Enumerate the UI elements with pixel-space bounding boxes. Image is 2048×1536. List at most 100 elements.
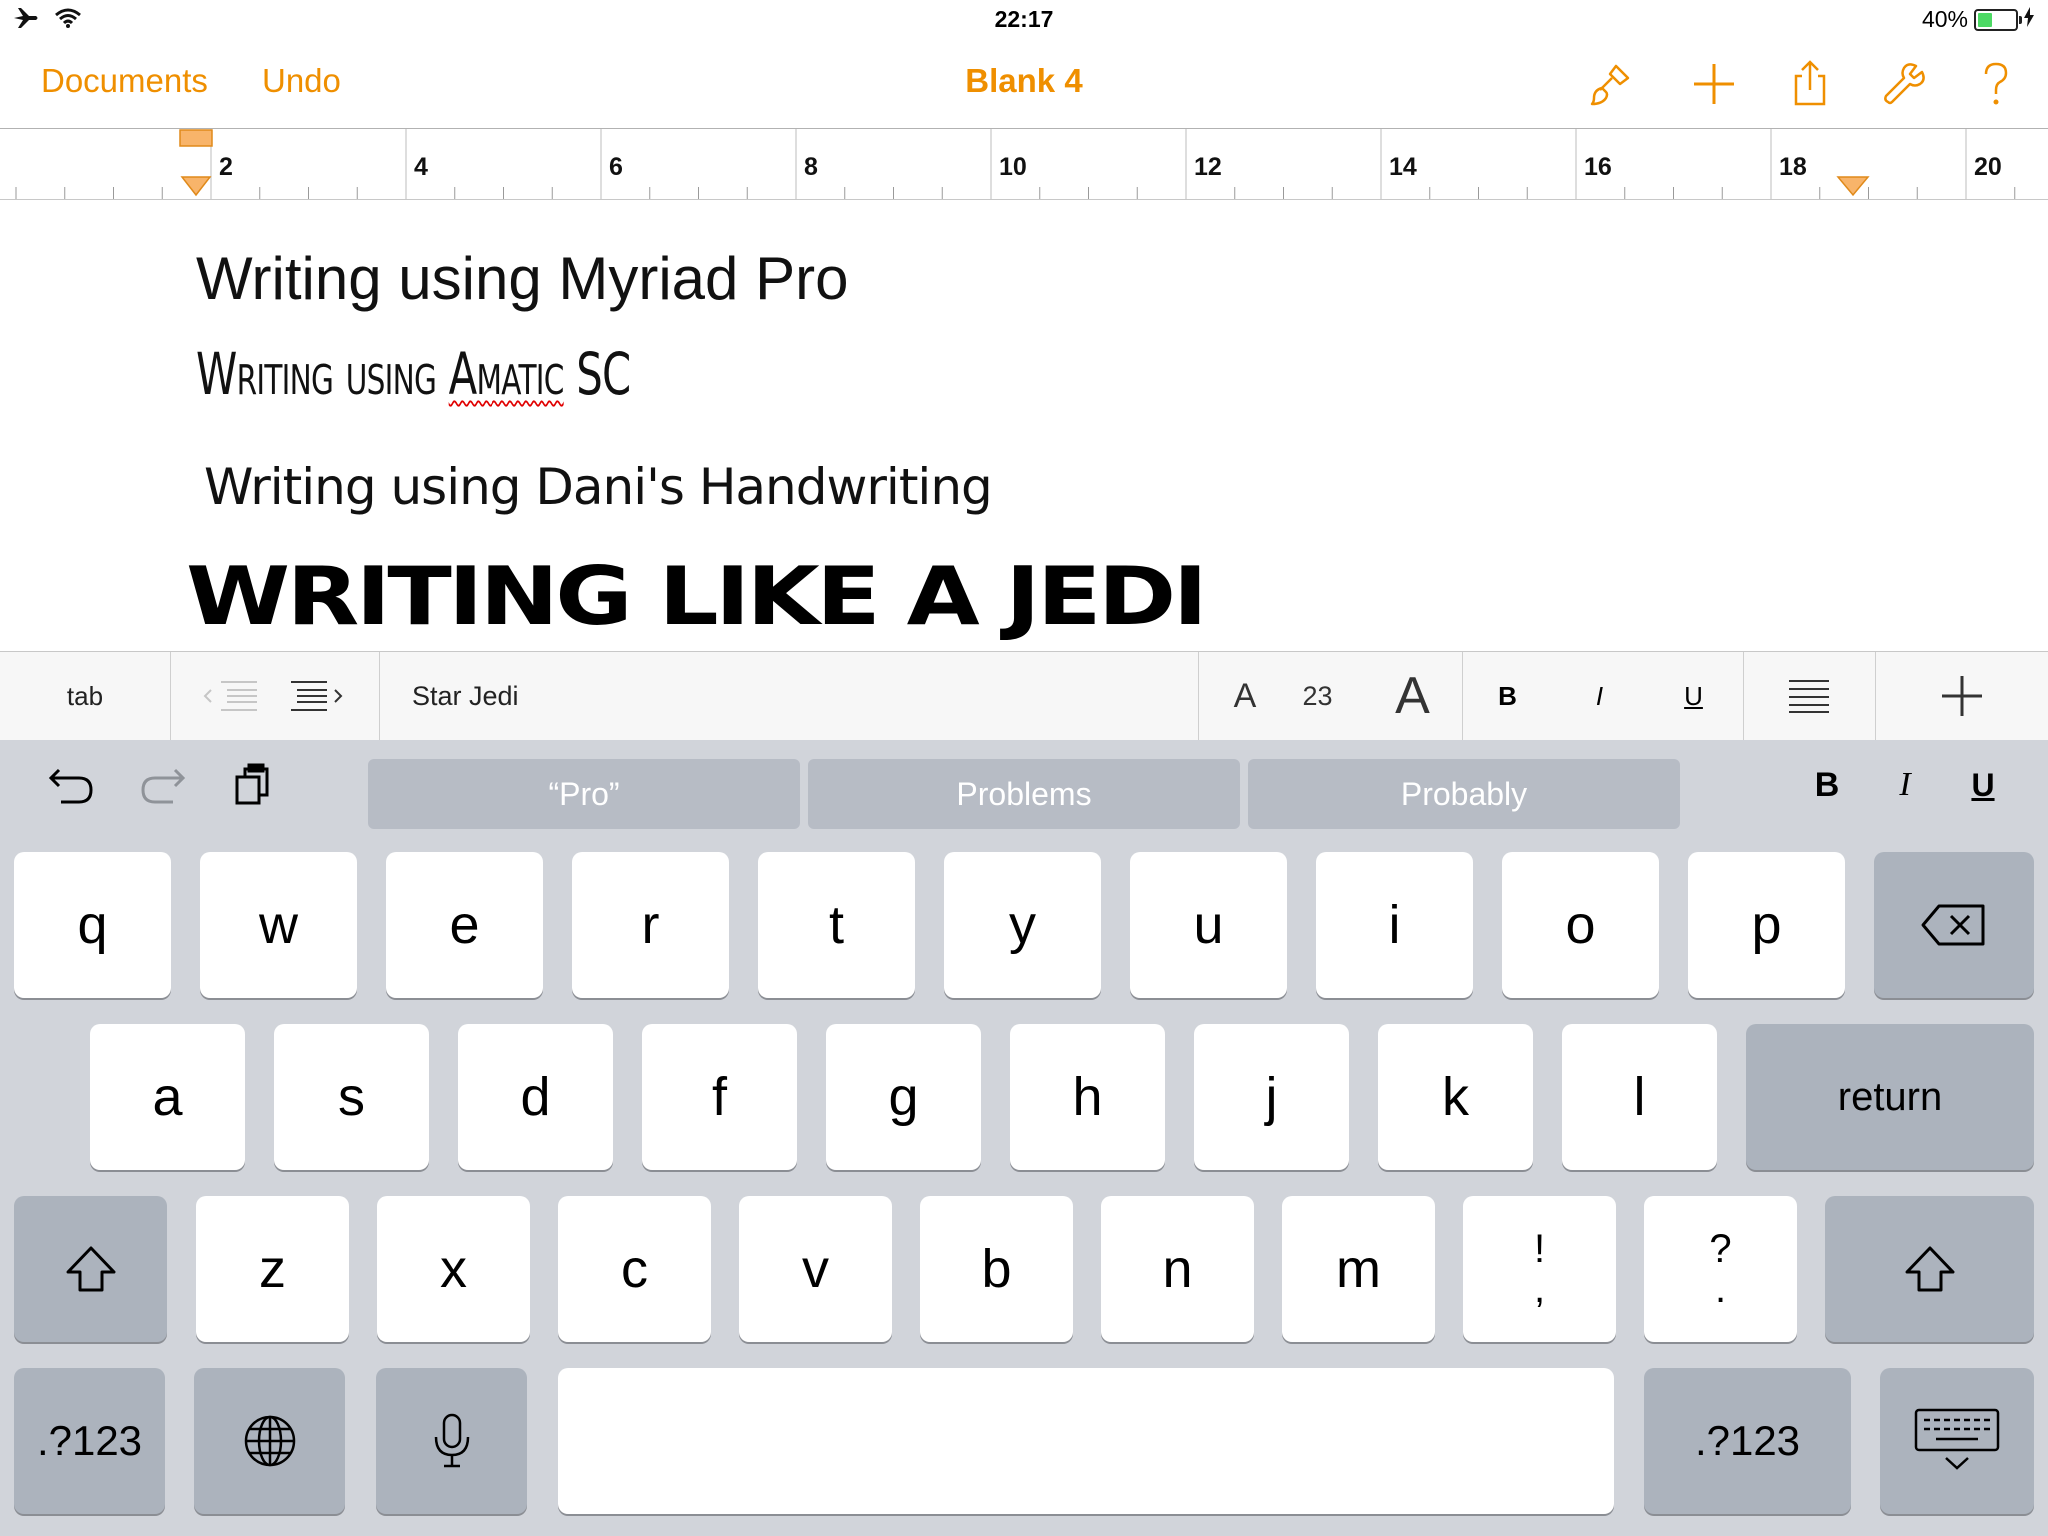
text-line-jedi[interactable]: WRITING LIKE A JEDI bbox=[186, 550, 1208, 643]
document-body[interactable]: Writing using Myriad Pro Writing using A… bbox=[0, 200, 2048, 650]
key-exclamation-comma[interactable]: ! , bbox=[1463, 1196, 1616, 1342]
text-line-handwriting[interactable]: Writing using Dani's Handwriting bbox=[204, 458, 993, 516]
key-v[interactable]: v bbox=[739, 1196, 892, 1342]
key-a[interactable]: a bbox=[90, 1024, 245, 1170]
key-top-char: ? bbox=[1709, 1227, 1732, 1271]
key-n[interactable]: n bbox=[1101, 1196, 1254, 1342]
wrench-icon[interactable] bbox=[1878, 58, 1930, 110]
status-time: 22:17 bbox=[994, 6, 1054, 32]
key-x[interactable]: x bbox=[377, 1196, 530, 1342]
right-indent-marker[interactable] bbox=[1836, 173, 1870, 199]
globe-key[interactable] bbox=[194, 1368, 345, 1514]
redo-icon[interactable] bbox=[128, 740, 198, 830]
dictation-key[interactable] bbox=[376, 1368, 527, 1514]
key-h[interactable]: h bbox=[1010, 1024, 1165, 1170]
first-line-indent-marker[interactable] bbox=[178, 129, 214, 199]
key-c[interactable]: c bbox=[558, 1196, 711, 1342]
key-k[interactable]: k bbox=[1378, 1024, 1533, 1170]
ruler-label: 4 bbox=[414, 153, 428, 181]
backspace-key[interactable] bbox=[1874, 852, 2034, 998]
ruler-label: 14 bbox=[1389, 153, 1417, 181]
divider bbox=[1198, 652, 1199, 740]
key-o[interactable]: o bbox=[1502, 852, 1659, 998]
battery-fill bbox=[1978, 12, 1993, 27]
font-selector[interactable]: Star Jedi bbox=[380, 652, 1198, 740]
key-y[interactable]: y bbox=[944, 852, 1101, 998]
battery-nub bbox=[2019, 15, 2022, 24]
nav-bar: Documents Undo Blank 4 bbox=[0, 42, 2048, 129]
key-z[interactable]: z bbox=[196, 1196, 349, 1342]
outdent-icon[interactable] bbox=[196, 652, 266, 740]
insert-plus-icon[interactable] bbox=[1876, 652, 2048, 740]
keyboard-underline-button[interactable]: U bbox=[1948, 740, 2018, 830]
key-f[interactable]: f bbox=[642, 1024, 797, 1170]
document-title[interactable]: Blank 4 bbox=[965, 62, 1082, 99]
share-icon[interactable] bbox=[1784, 58, 1836, 110]
suggestion-1[interactable]: “Pro” bbox=[368, 759, 800, 829]
key-u[interactable]: u bbox=[1130, 852, 1287, 998]
ruler-label: 20 bbox=[1974, 153, 2002, 181]
key-j[interactable]: j bbox=[1194, 1024, 1349, 1170]
bold-button[interactable]: B bbox=[1470, 652, 1545, 740]
key-p[interactable]: p bbox=[1688, 852, 1845, 998]
space-bar[interactable] bbox=[558, 1368, 1614, 1514]
tab-button[interactable]: tab bbox=[0, 652, 170, 740]
charging-icon bbox=[2024, 6, 2034, 33]
key-m[interactable]: m bbox=[1282, 1196, 1435, 1342]
key-q[interactable]: q bbox=[14, 852, 171, 998]
key-bottom-char: , bbox=[1533, 1267, 1546, 1311]
keyboard-dismiss-icon bbox=[1914, 1408, 2000, 1470]
key-l[interactable]: l bbox=[1562, 1024, 1717, 1170]
suggestion-3[interactable]: Probably bbox=[1248, 759, 1680, 829]
decrease-font-size-button[interactable]: A bbox=[1210, 652, 1280, 740]
key-w[interactable]: w bbox=[200, 852, 357, 998]
shift-key-right[interactable] bbox=[1825, 1196, 2034, 1342]
key-t[interactable]: t bbox=[758, 852, 915, 998]
text-segment: SC bbox=[563, 340, 631, 408]
keyboard-italic-button[interactable]: I bbox=[1870, 740, 1940, 830]
underline-button[interactable]: U bbox=[1656, 652, 1731, 740]
text-line-myriad[interactable]: Writing using Myriad Pro bbox=[196, 244, 848, 313]
text-segment: Writing using bbox=[196, 340, 449, 408]
ruler-label: 18 bbox=[1779, 153, 1807, 181]
key-g[interactable]: g bbox=[826, 1024, 981, 1170]
italic-button[interactable]: I bbox=[1562, 652, 1637, 740]
status-right: 40% bbox=[1922, 6, 2034, 33]
keyboard-bold-button[interactable]: B bbox=[1792, 740, 1862, 830]
misspelled-word[interactable]: Amatic bbox=[449, 340, 565, 408]
key-d[interactable]: d bbox=[458, 1024, 613, 1170]
indent-icon[interactable] bbox=[282, 652, 352, 740]
key-b[interactable]: b bbox=[920, 1196, 1073, 1342]
key-i[interactable]: i bbox=[1316, 852, 1473, 998]
key-question-period[interactable]: ? . bbox=[1644, 1196, 1797, 1342]
divider bbox=[1462, 652, 1463, 740]
dismiss-keyboard-key[interactable] bbox=[1880, 1368, 2034, 1514]
add-icon[interactable] bbox=[1688, 58, 1740, 110]
undo-button[interactable]: Undo bbox=[262, 62, 341, 100]
undo-icon[interactable] bbox=[36, 740, 106, 830]
key-e[interactable]: e bbox=[386, 852, 543, 998]
ruler-label: 16 bbox=[1584, 153, 1612, 181]
ruler[interactable]: 2 4 6 8 10 12 14 16 18 20 bbox=[0, 129, 2048, 200]
numbers-key-right[interactable]: .?123 bbox=[1644, 1368, 1851, 1514]
suggestion-2[interactable]: Problems bbox=[808, 759, 1240, 829]
format-bar: tab Star Jedi A 23 A B I U bbox=[0, 651, 2048, 741]
return-key[interactable]: return bbox=[1746, 1024, 2034, 1170]
text-line-amatic[interactable]: Writing using Amatic SC bbox=[196, 340, 631, 408]
divider bbox=[170, 652, 171, 740]
key-s[interactable]: s bbox=[274, 1024, 429, 1170]
help-icon[interactable] bbox=[1970, 58, 2022, 110]
increase-font-size-button[interactable]: A bbox=[1365, 652, 1460, 740]
paintbrush-icon[interactable] bbox=[1586, 58, 1638, 110]
shift-key-left[interactable] bbox=[14, 1196, 167, 1342]
font-size-value[interactable]: 23 bbox=[1280, 652, 1355, 740]
align-justify-icon[interactable] bbox=[1744, 652, 1874, 740]
numbers-key-left[interactable]: .?123 bbox=[14, 1368, 165, 1514]
battery-percent: 40% bbox=[1921, 6, 1968, 32]
ruler-label: 12 bbox=[1194, 153, 1222, 181]
documents-button[interactable]: Documents bbox=[41, 62, 208, 100]
paste-icon[interactable] bbox=[220, 740, 290, 830]
keyboard: “Pro” Problems Probably B I U q w e r t … bbox=[0, 740, 2048, 1536]
key-r[interactable]: r bbox=[572, 852, 729, 998]
key-top-char: ! bbox=[1533, 1227, 1546, 1271]
